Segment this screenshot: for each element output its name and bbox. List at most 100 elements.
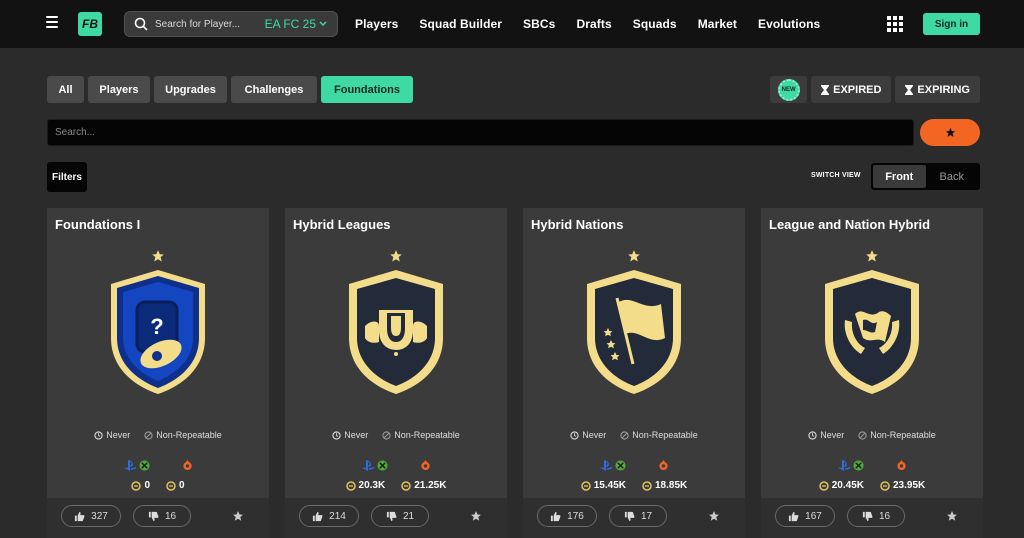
- rating-star-icon: [628, 250, 640, 262]
- sbc-card[interactable]: League and Nation Hybrid Never Non-Repea…: [761, 208, 983, 538]
- repeat-text: Non-Repeatable: [870, 430, 936, 440]
- thumbs-up-icon: [313, 511, 323, 521]
- rating-star-icon: [390, 250, 402, 262]
- favourite-star-icon[interactable]: [232, 510, 244, 522]
- like-count: 327: [91, 510, 108, 522]
- site-logo[interactable]: FB: [78, 12, 102, 36]
- favourite-star-icon[interactable]: [470, 510, 482, 522]
- tab-all[interactable]: All: [47, 76, 84, 103]
- thumbs-down-icon: [862, 511, 873, 521]
- sbc-card[interactable]: Foundations I ? Never Non-Repeatable 0 0…: [47, 208, 269, 538]
- tab-upgrades[interactable]: Upgrades: [154, 76, 227, 103]
- playstation-icon: [123, 460, 136, 471]
- sbc-card-meta: Never Non-Repeatable: [47, 430, 269, 440]
- console-price-value: 0: [144, 480, 150, 491]
- repeat-text: Non-Repeatable: [394, 430, 460, 440]
- no-repeat-icon: [382, 430, 391, 440]
- svg-text:?: ?: [150, 314, 163, 339]
- nav-link-players[interactable]: Players: [355, 17, 398, 31]
- view-switch: Front Back: [871, 163, 980, 190]
- tab-foundations[interactable]: Foundations: [321, 76, 413, 103]
- like-button[interactable]: 176: [537, 505, 597, 527]
- pc-platform-icons: [658, 460, 669, 471]
- favourite-star-icon[interactable]: [946, 510, 958, 522]
- search-icon: [134, 17, 148, 31]
- thumbs-up-icon: [789, 511, 799, 521]
- tab-challenges[interactable]: Challenges: [231, 76, 317, 103]
- nav-link-drafts[interactable]: Drafts: [576, 17, 611, 31]
- nav-link-squads[interactable]: Squads: [633, 17, 677, 31]
- dislike-button[interactable]: 21: [371, 505, 429, 527]
- sbc-category-tabs: All Players Upgrades Challenges Foundati…: [47, 76, 413, 103]
- console-platform-icons: [599, 460, 626, 471]
- favourites-button[interactable]: [920, 119, 980, 146]
- menu-icon[interactable]: [46, 16, 58, 28]
- expiry-info: Never: [570, 430, 606, 440]
- favourite-star-icon[interactable]: [708, 510, 720, 522]
- console-price-value: 20.45K: [831, 480, 864, 491]
- clock-icon: [808, 430, 817, 440]
- console-price-value: 15.45K: [593, 480, 626, 491]
- console-price: 0: [131, 480, 150, 491]
- expiry-text: Never: [106, 430, 131, 440]
- console-platform-icons: [837, 460, 864, 471]
- coin-icon: [642, 480, 652, 491]
- repeat-info: Non-Repeatable: [144, 430, 222, 440]
- sbc-search-input[interactable]: [48, 120, 913, 145]
- like-button[interactable]: 327: [61, 505, 121, 527]
- nav-link-evolutions[interactable]: Evolutions: [758, 17, 820, 31]
- sbc-card[interactable]: Hybrid Nations Never Non-Repeatable 15.4…: [523, 208, 745, 538]
- coin-icon: [166, 480, 176, 491]
- like-button[interactable]: 167: [775, 505, 835, 527]
- coin-icon: [880, 480, 890, 491]
- dislike-button[interactable]: 17: [609, 505, 667, 527]
- dislike-button[interactable]: 16: [133, 505, 191, 527]
- dislike-count: 16: [164, 510, 177, 522]
- gold-trophy-badge-icon: [349, 270, 443, 394]
- new-filter-button[interactable]: NEW: [770, 76, 808, 103]
- sbc-prices: 20.45K 23.95K: [761, 480, 983, 491]
- nav-link-market[interactable]: Market: [698, 17, 737, 31]
- view-front-toggle[interactable]: Front: [873, 165, 926, 188]
- nav-link-squad-builder[interactable]: Squad Builder: [419, 17, 502, 31]
- repeat-text: Non-Repeatable: [156, 430, 222, 440]
- player-search-box[interactable]: Search for Player... EA FC 25: [124, 11, 338, 37]
- thumbs-down-icon: [386, 511, 397, 521]
- expiry-info: Never: [332, 430, 368, 440]
- gold-flag-laurel-badge-icon: [825, 270, 919, 394]
- thumbs-down-icon: [624, 511, 635, 521]
- view-back-toggle[interactable]: Back: [926, 165, 979, 188]
- pc-platform-icons: [420, 460, 431, 471]
- expiry-text: Never: [820, 430, 845, 440]
- playstation-icon: [837, 460, 850, 471]
- player-search-placeholder[interactable]: Search for Player...: [155, 19, 265, 30]
- xbox-icon: [614, 460, 626, 471]
- expiring-filter-button[interactable]: EXPIRING: [895, 76, 980, 103]
- expiry-filter-buttons: NEW EXPIRED EXPIRING: [770, 76, 980, 103]
- sbc-card-meta: Never Non-Repeatable: [285, 430, 507, 440]
- sbc-card[interactable]: Hybrid Leagues Never Non-Repeatable 20.3…: [285, 208, 507, 538]
- filters-button[interactable]: Filters: [47, 162, 87, 192]
- platform-icons: [47, 460, 269, 471]
- hourglass-icon: [905, 84, 914, 95]
- repeat-info: Non-Repeatable: [858, 430, 936, 440]
- pc-price: 21.25K: [401, 480, 446, 491]
- tab-players[interactable]: Players: [88, 76, 150, 103]
- game-version-select[interactable]: EA FC 25: [265, 17, 327, 31]
- sbc-card-title: Hybrid Nations: [531, 217, 624, 232]
- pc-price-value: 21.25K: [414, 480, 447, 491]
- new-badge-icon: NEW: [777, 78, 800, 101]
- expired-filter-button[interactable]: EXPIRED: [811, 76, 892, 103]
- expiry-text: Never: [582, 430, 607, 440]
- coin-icon: [819, 480, 829, 491]
- dislike-button[interactable]: 16: [847, 505, 905, 527]
- pc-price: 0: [166, 480, 185, 491]
- like-button[interactable]: 214: [299, 505, 359, 527]
- sbc-card-meta: Never Non-Repeatable: [523, 430, 745, 440]
- expiry-text: Never: [344, 430, 369, 440]
- blue-whistle-badge-icon: ?: [111, 270, 205, 394]
- apps-grid-icon[interactable]: [887, 16, 903, 32]
- sign-in-button[interactable]: Sign in: [923, 13, 980, 35]
- nav-link-sbcs[interactable]: SBCs: [523, 17, 555, 31]
- origin-pc-icon: [658, 460, 668, 471]
